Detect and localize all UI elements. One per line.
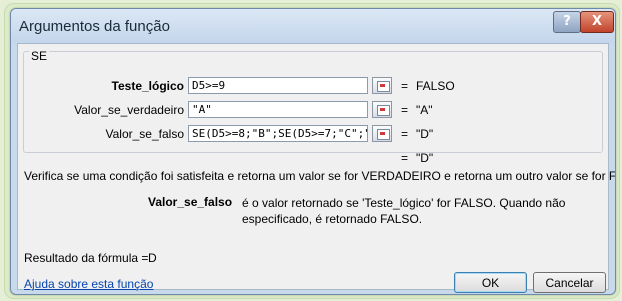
collapse-dialog-icon: [377, 81, 390, 92]
help-button[interactable]: ?: [553, 11, 581, 33]
arg-result-teste-logico: FALSO: [416, 79, 455, 93]
equals-sign: =: [401, 127, 409, 141]
dialog-body: SE Teste_lógico D5>=9 = FALSO Valor_se_v…: [17, 43, 615, 293]
function-name-label: SE: [29, 49, 50, 63]
equals-sign: =: [401, 103, 409, 117]
window-title: Argumentos da função: [19, 18, 170, 35]
arg-label-valor-se-falso: Valor_se_falso: [105, 127, 185, 141]
close-button[interactable]: X: [580, 11, 614, 33]
arg-label-teste-logico: Teste_lógico: [111, 79, 184, 93]
arg-input-valor-se-falso[interactable]: SE(D5>=8;"B";SE(D5>=7;"C";"D")): [188, 125, 368, 142]
arg-help-name: Valor_se_falso: [148, 195, 233, 209]
equals-sign: =: [401, 79, 409, 93]
collapse-dialog-button-teste-logico[interactable]: [372, 77, 392, 94]
arg-help-text: é o valor retornado se 'Teste_lógico' fo…: [242, 196, 566, 226]
arg-input-valor-se-verdadeiro[interactable]: "A": [188, 101, 368, 118]
close-icon: X: [591, 14, 603, 29]
ok-button[interactable]: OK: [454, 272, 527, 293]
collapse-dialog-button-valor-se-falso[interactable]: [372, 125, 392, 142]
function-arguments-dialog: Argumentos da função ? X SE Teste_lógico…: [10, 8, 616, 295]
collapse-dialog-button-valor-se-verdadeiro[interactable]: [372, 101, 392, 118]
arg-label-valor-se-verdadeiro: Valor_se_verdadeiro: [74, 103, 184, 117]
equals-sign: =: [401, 151, 409, 165]
question-mark-icon: ?: [563, 14, 571, 29]
function-description: Verifica se uma condição foi satisfeita …: [24, 169, 616, 183]
collapse-dialog-icon: [377, 105, 390, 116]
arg-result-valor-se-verdadeiro: "A": [416, 103, 433, 117]
help-on-function-link[interactable]: Ajuda sobre esta função: [24, 277, 153, 291]
arg-result-valor-se-falso: "D": [416, 127, 434, 141]
cancel-button[interactable]: Cancelar: [533, 272, 606, 293]
arg-input-teste-logico[interactable]: D5>=9: [188, 77, 368, 94]
function-result: "D": [416, 151, 434, 165]
formula-result-value: D: [148, 251, 157, 265]
formula-result-label: Resultado da fórmula =: [24, 251, 149, 265]
collapse-dialog-icon: [377, 129, 390, 140]
title-bar[interactable]: Argumentos da função ? X: [11, 9, 615, 43]
